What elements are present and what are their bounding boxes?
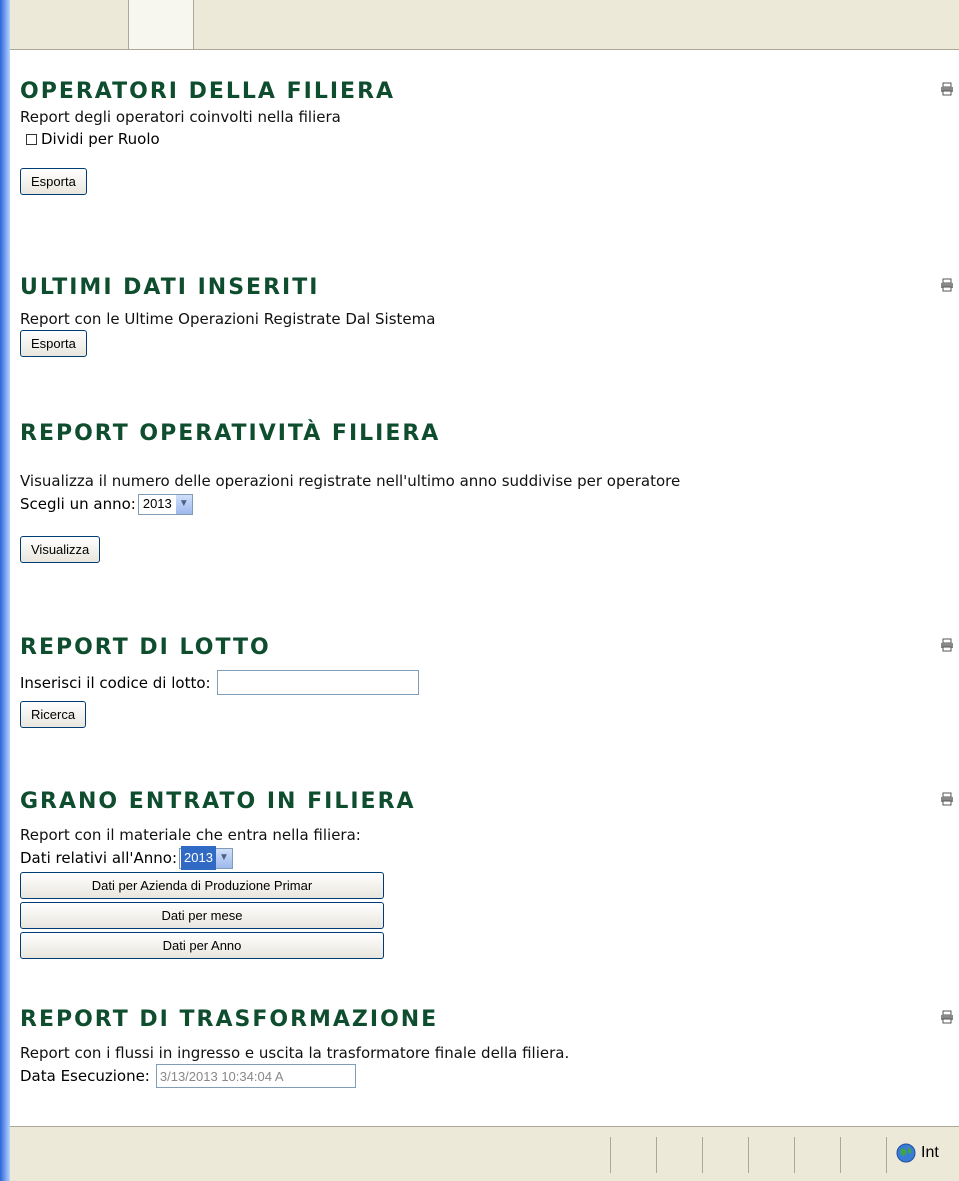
status-divider bbox=[840, 1137, 841, 1173]
status-divider bbox=[794, 1137, 795, 1173]
status-divider bbox=[610, 1137, 611, 1173]
lot-code-label: Inserisci il codice di lotto: bbox=[20, 673, 211, 692]
print-icon[interactable] bbox=[940, 1010, 954, 1024]
print-icon[interactable] bbox=[940, 82, 954, 96]
grano-year-select-value: 2013 bbox=[181, 846, 216, 870]
section-ultimi: ULTIMI DATI INSERITI Report con le Ultim… bbox=[20, 274, 953, 357]
ricerca-button[interactable]: Ricerca bbox=[20, 701, 87, 728]
section-title: REPORT DI LOTTO bbox=[20, 635, 271, 660]
print-icon[interactable] bbox=[940, 638, 954, 652]
section-description: Report con il materiale che entra nella … bbox=[20, 826, 361, 844]
execution-date-input[interactable] bbox=[155, 1064, 356, 1088]
section-description: Report con i flussi in ingresso e uscita… bbox=[20, 1044, 570, 1062]
visualizza-button[interactable]: Visualizza bbox=[20, 536, 101, 563]
section-title: REPORT DI TRASFORMAZIONE bbox=[20, 1007, 439, 1032]
section-description: Visualizza il numero delle operazioni re… bbox=[20, 472, 681, 490]
section-title: OPERATORI DELLA FILIERA bbox=[20, 79, 396, 104]
divide-by-role-checkbox[interactable] bbox=[26, 133, 37, 145]
browser-tab[interactable] bbox=[128, 0, 194, 49]
report-page: OPERATORI DELLA FILIERA Report degli ope… bbox=[10, 50, 959, 1126]
export-operatori-button[interactable]: Esporta bbox=[20, 168, 87, 195]
section-trasformazione: REPORT DI TRASFORMAZIONE Report con i fl… bbox=[20, 1006, 953, 1088]
status-bar: Int bbox=[10, 1126, 959, 1181]
section-grano: GRANO ENTRATO IN FILIERA Report con il m… bbox=[20, 788, 953, 959]
grano-year-row: Dati relativi all'Anno: 2013 ▼ bbox=[20, 846, 950, 870]
globe-icon bbox=[896, 1143, 916, 1163]
section-title: ULTIMI DATI INSERITI bbox=[20, 275, 320, 300]
section-description: Report degli operatori coinvolti nella f… bbox=[20, 108, 341, 126]
window-frame-left bbox=[0, 0, 10, 1181]
dati-mese-button[interactable]: Dati per mese bbox=[20, 902, 384, 929]
status-divider bbox=[748, 1137, 749, 1173]
status-divider bbox=[886, 1137, 887, 1173]
divide-by-role-label: Dividi per Ruolo bbox=[41, 130, 160, 148]
section-title: GRANO ENTRATO IN FILIERA bbox=[20, 789, 416, 814]
export-ultimi-button[interactable]: Esporta bbox=[20, 330, 87, 357]
status-divider bbox=[702, 1137, 703, 1173]
chevron-down-icon[interactable]: ▼ bbox=[215, 848, 232, 868]
year-select[interactable]: 2013 ▼ bbox=[137, 493, 193, 515]
grano-year-label: Dati relativi all'Anno: bbox=[20, 849, 178, 867]
execution-date-row: Data Esecuzione: bbox=[20, 1064, 950, 1088]
security-zone: Int bbox=[896, 1143, 939, 1163]
dati-azienda-button[interactable]: Dati per Azienda di Produzione Primar bbox=[20, 872, 384, 899]
print-icon[interactable] bbox=[940, 792, 954, 806]
section-operativita: REPORT OPERATIVITÀ FILIERA Visualizza il… bbox=[20, 420, 950, 563]
divide-by-role-row: Dividi per Ruolo bbox=[20, 128, 950, 150]
section-operatori: OPERATORI DELLA FILIERA Report degli ope… bbox=[20, 78, 953, 195]
year-label: Scegli un anno: bbox=[20, 495, 136, 513]
tab-strip bbox=[10, 0, 959, 50]
execution-date-label: Data Esecuzione: bbox=[20, 1067, 150, 1085]
chevron-down-icon[interactable]: ▼ bbox=[175, 494, 192, 514]
print-icon[interactable] bbox=[940, 278, 954, 292]
section-title: REPORT OPERATIVITÀ FILIERA bbox=[20, 421, 441, 446]
dati-anno-button[interactable]: Dati per Anno bbox=[20, 932, 384, 959]
year-select-value: 2013 bbox=[142, 496, 172, 511]
section-description: Report con le Ultime Operazioni Registra… bbox=[20, 310, 436, 328]
grano-year-select[interactable]: 2013 ▼ bbox=[179, 846, 233, 870]
status-divider bbox=[656, 1137, 657, 1173]
lot-code-row: Inserisci il codice di lotto: bbox=[20, 670, 950, 695]
section-lotto: REPORT DI LOTTO Inserisci il codice di l… bbox=[20, 634, 953, 728]
security-zone-label: Int bbox=[921, 1144, 939, 1161]
year-row: Scegli un anno: 2013 ▼ bbox=[20, 492, 950, 516]
lot-code-input[interactable] bbox=[216, 670, 419, 695]
